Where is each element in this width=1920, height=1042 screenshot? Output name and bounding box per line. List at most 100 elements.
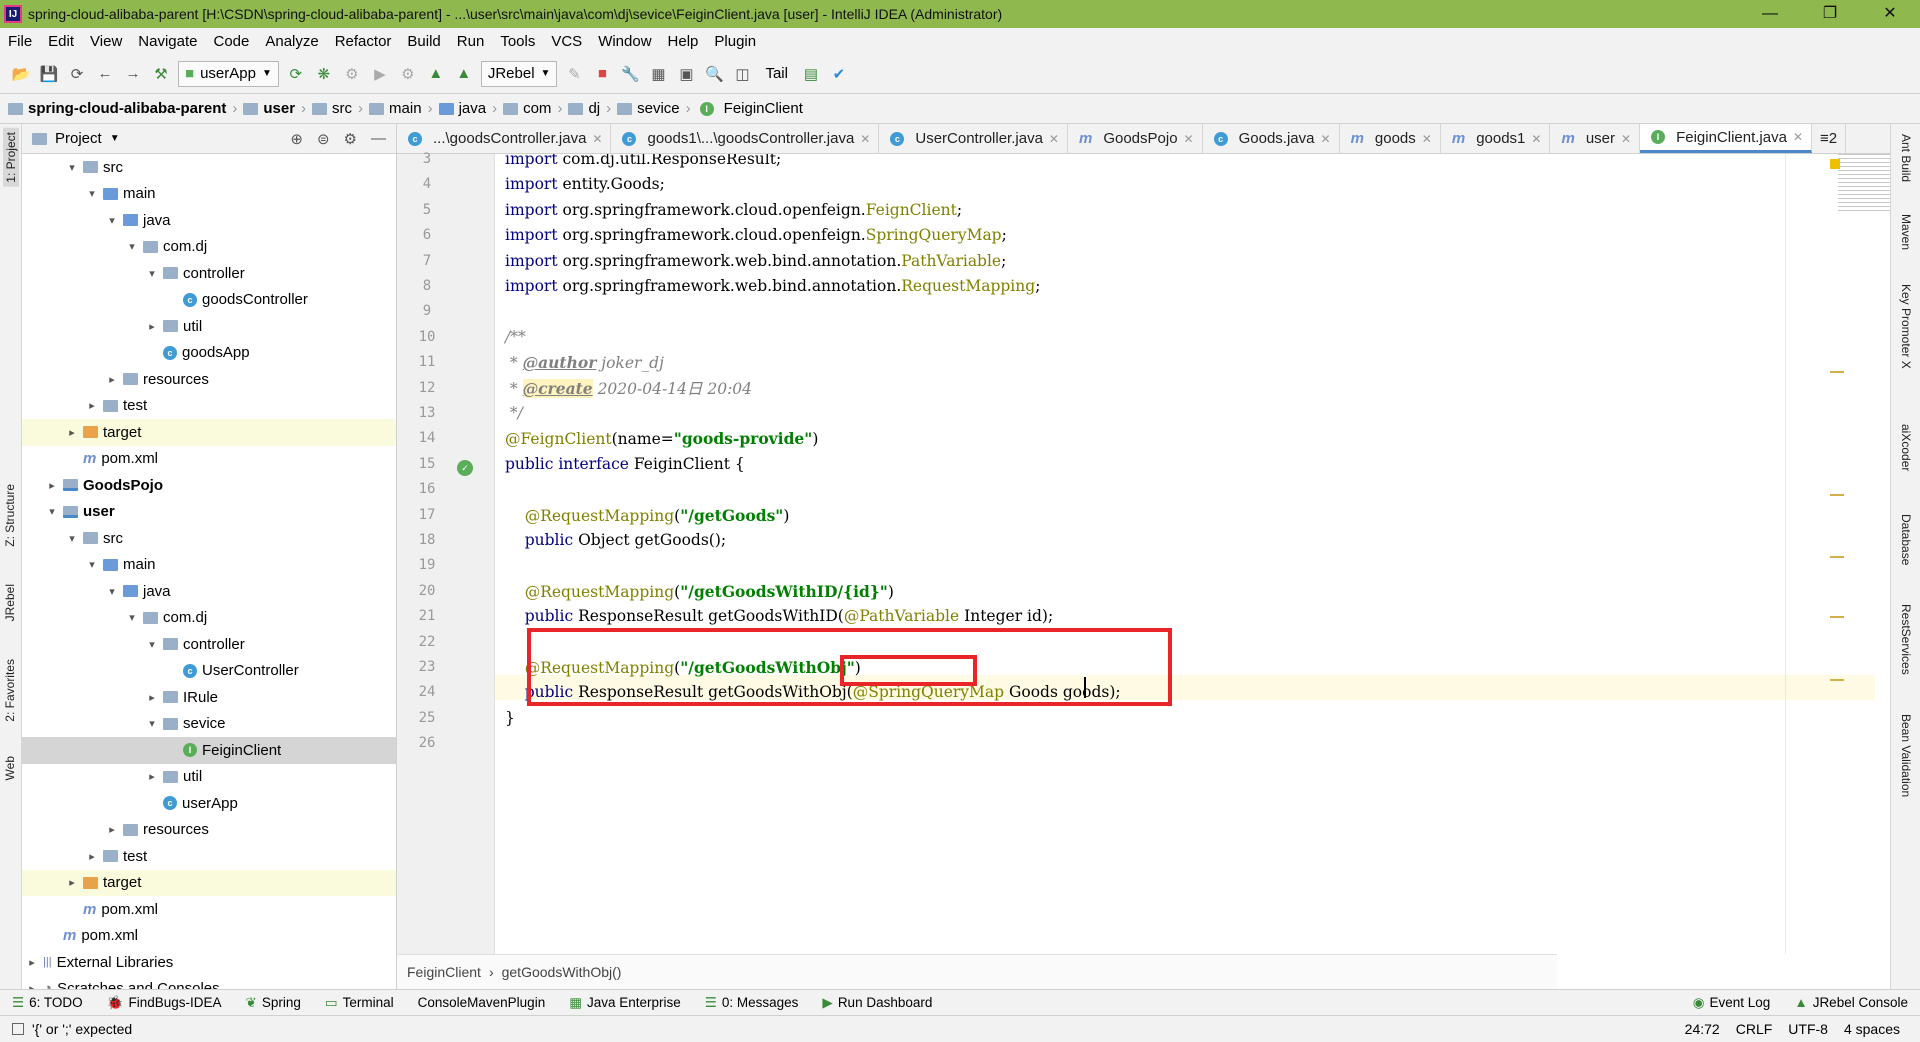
close-tab-icon[interactable]: ✕ — [1621, 132, 1631, 146]
tree-item[interactable]: ▾ main — [22, 181, 396, 208]
menu-view[interactable]: View — [82, 33, 130, 50]
tail-button[interactable]: Tail — [759, 65, 794, 82]
breadcrumb-item[interactable]: spring-cloud-alibaba-parent — [8, 100, 232, 117]
expand-arrow-icon[interactable]: ▾ — [144, 267, 160, 280]
tree-item[interactable]: ▾ main — [22, 552, 396, 579]
spring-bean-icon[interactable]: ✓ — [457, 460, 473, 476]
tree-item[interactable]: ▸ util — [22, 764, 396, 791]
pencil-icon[interactable]: ✎ — [563, 63, 585, 85]
expand-arrow-icon[interactable]: ▾ — [64, 532, 80, 545]
tool-database[interactable]: Database — [1899, 514, 1913, 565]
tool-window-button[interactable]: ☰ 6: TODO — [0, 995, 95, 1011]
chevron-down-icon[interactable]: ▼ — [110, 133, 120, 144]
rerun-icon[interactable]: ⟳ — [285, 63, 307, 85]
tree-item[interactable]: ▸ test — [22, 843, 396, 870]
tool-window-button[interactable]: ▲ JRebel Console — [1782, 995, 1920, 1010]
tree-item[interactable]: m pom.xml — [22, 896, 396, 923]
coverage-icon[interactable]: ⚙ — [341, 63, 363, 85]
tree-item[interactable]: ▾ com.dj — [22, 605, 396, 632]
project-view-select[interactable]: Project — [55, 130, 102, 147]
tree-item[interactable]: ▸ resources — [22, 817, 396, 844]
tree-item[interactable]: ▸ util — [22, 313, 396, 340]
tree-item[interactable]: c UserController — [22, 658, 396, 685]
menu-navigate[interactable]: Navigate — [130, 33, 205, 50]
tree-item[interactable]: ▾ java — [22, 578, 396, 605]
open-folder-icon[interactable]: 📂 — [10, 63, 32, 85]
breadcrumb-item[interactable]: java — [438, 100, 493, 117]
editor-breadcrumb-item[interactable]: getGoodsWithObj() — [502, 964, 622, 980]
debug-icon[interactable]: ❋ — [313, 63, 335, 85]
tool-favorites[interactable]: 2: Favorites — [3, 659, 17, 722]
indent-setting[interactable]: 4 spaces — [1844, 1021, 1900, 1037]
breadcrumb-item[interactable]: src — [312, 100, 358, 117]
jrebel-run-icon[interactable]: ▲ — [425, 63, 447, 85]
tree-item[interactable]: ▸ target — [22, 869, 396, 896]
back-icon[interactable]: ← — [94, 63, 116, 85]
tree-item[interactable]: ▾ com.dj — [22, 234, 396, 261]
locate-icon[interactable]: ⊕ — [290, 130, 303, 148]
save-all-icon[interactable]: 💾 — [38, 63, 60, 85]
jrebel-select[interactable]: JRebel ▼ — [480, 60, 558, 87]
expand-arrow-icon[interactable]: ▸ — [144, 320, 160, 333]
tree-item[interactable]: ▾ sevice — [22, 711, 396, 738]
terminal-window-icon[interactable]: ▣ — [675, 63, 697, 85]
close-tab-icon[interactable]: ✕ — [1049, 132, 1059, 146]
activity-monitor-icon[interactable]: ▤ — [800, 63, 822, 85]
expand-arrow-icon[interactable]: ▸ — [84, 850, 100, 863]
tool-project[interactable]: 1: Project — [3, 128, 19, 187]
tool-web[interactable]: Web — [3, 756, 17, 780]
tool-window-button[interactable]: ◉ Event Log — [1681, 995, 1783, 1011]
tool-window-button[interactable]: ▭ Terminal — [313, 995, 406, 1011]
expand-arrow-icon[interactable]: ▸ — [104, 823, 120, 836]
editor-tab[interactable]: m user ✕ — [1550, 124, 1641, 153]
expand-arrow-icon[interactable]: ▾ — [104, 214, 120, 227]
tree-item[interactable]: I FeiginClient — [22, 737, 396, 764]
tree-item[interactable]: ▾ java — [22, 207, 396, 234]
tool-window-button[interactable]: ❦ Spring — [234, 995, 313, 1011]
editor-tab[interactable]: m goods1 ✕ — [1441, 124, 1551, 153]
hide-icon[interactable]: — — [371, 130, 386, 148]
expand-arrow-icon[interactable]: ▾ — [124, 240, 140, 253]
search-icon[interactable]: 🔍 — [703, 63, 725, 85]
tree-item[interactable]: ▸ ||| External Libraries — [22, 949, 396, 976]
menu-vcs[interactable]: VCS — [543, 33, 590, 50]
breadcrumb-item[interactable]: user — [243, 100, 301, 117]
tool-key-promoter[interactable]: Key Promoter X — [1899, 284, 1913, 369]
code-editor[interactable]: import com.dj.util.ResponseResult; import… — [495, 154, 1875, 954]
menu-window[interactable]: Window — [590, 33, 659, 50]
menu-file[interactable]: File — [0, 33, 40, 50]
menu-code[interactable]: Code — [205, 33, 257, 50]
editor-tab[interactable]: c Goods.java ✕ — [1203, 124, 1340, 153]
tree-item[interactable]: ▾ controller — [22, 631, 396, 658]
tool-restservices[interactable]: RestServices — [1899, 604, 1913, 675]
maximize-icon[interactable]: ❐ — [1800, 0, 1860, 28]
line-separator[interactable]: CRLF — [1736, 1021, 1773, 1037]
vcs-icon[interactable]: ◫ — [731, 63, 753, 85]
menu-edit[interactable]: Edit — [40, 33, 82, 50]
tool-aixcoder[interactable]: aiXcoder — [1899, 424, 1913, 471]
close-tab-icon[interactable]: ✕ — [860, 132, 870, 146]
run-icon[interactable]: ▶ — [369, 63, 391, 85]
collapse-icon[interactable]: ⊜ — [317, 130, 330, 148]
tree-item[interactable]: ▾ src — [22, 525, 396, 552]
menu-analyze[interactable]: Analyze — [257, 33, 326, 50]
tree-item[interactable]: c goodsApp — [22, 340, 396, 367]
menu-build[interactable]: Build — [399, 33, 448, 50]
expand-arrow-icon[interactable]: ▸ — [24, 982, 40, 989]
editor-tab[interactable]: c UserController.java ✕ — [879, 124, 1068, 153]
breadcrumb-item[interactable]: com — [503, 100, 557, 117]
expand-arrow-icon[interactable]: ▾ — [144, 638, 160, 651]
wrench-icon[interactable]: 🔧 — [619, 63, 641, 85]
expand-arrow-icon[interactable]: ▾ — [144, 717, 160, 730]
breadcrumb-item[interactable]: main — [369, 100, 428, 117]
expand-arrow-icon[interactable]: ▸ — [144, 691, 160, 704]
tool-bean-validation[interactable]: Bean Validation — [1899, 714, 1913, 797]
tree-item[interactable]: ▾ src — [22, 154, 396, 181]
tree-item[interactable]: ▾ controller — [22, 260, 396, 287]
expand-arrow-icon[interactable]: ▾ — [104, 585, 120, 598]
jrebel-debug-icon[interactable]: ▲ — [453, 63, 475, 85]
status-toggle-icon[interactable] — [12, 1023, 24, 1035]
sync-icon[interactable]: ⟳ — [66, 63, 88, 85]
minimize-icon[interactable]: — — [1740, 0, 1800, 28]
tree-item[interactable]: m pom.xml — [22, 923, 396, 950]
